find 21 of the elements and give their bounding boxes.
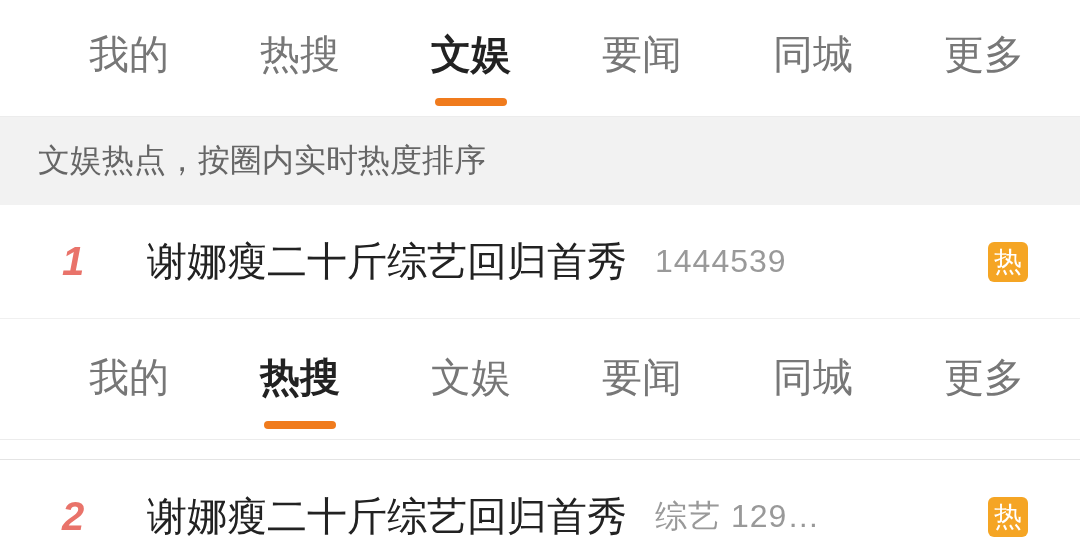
tab[interactable]: 同城 (727, 0, 898, 116)
rank-number: 1 (60, 239, 86, 284)
hot-badge: 热 (988, 496, 1028, 537)
tab[interactable]: 热搜 (214, 0, 385, 116)
trend-title[interactable]: 谢娜瘦二十斤综艺回归首秀 (147, 234, 627, 289)
tab[interactable]: 文娱 (385, 0, 556, 116)
rank-number: 2 (60, 494, 86, 539)
tab[interactable]: 更多 (898, 319, 1069, 439)
tab[interactable]: 热搜 (214, 319, 385, 439)
tab[interactable]: 要闻 (556, 319, 727, 439)
tab[interactable]: 文娱 (385, 319, 556, 439)
section-hint: 文娱热点，按圈内实时热度排序 (0, 117, 1080, 205)
tab[interactable]: 要闻 (556, 0, 727, 116)
trend-meta: 综艺 129… (655, 496, 821, 536)
tab[interactable]: 同城 (727, 319, 898, 439)
tab[interactable]: 更多 (898, 0, 1069, 116)
hot-badge: 热 (988, 241, 1028, 282)
trend-meta: 1444539 (655, 243, 787, 280)
tab[interactable]: 我的 (43, 319, 214, 439)
trend-title[interactable]: 谢娜瘦二十斤综艺回归首秀 (147, 489, 627, 543)
tab[interactable]: 我的 (43, 0, 214, 116)
